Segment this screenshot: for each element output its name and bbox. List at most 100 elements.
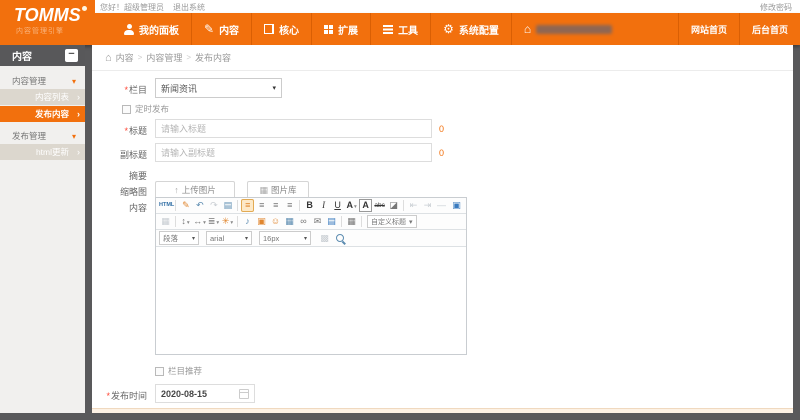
breadcrumb-item[interactable]: 内容 xyxy=(116,51,134,64)
sidebar-group-content-mgmt[interactable]: 内容管理 ▾ xyxy=(0,73,85,89)
greeting-text: 您好！超级管理员 xyxy=(100,2,164,13)
html-source-icon[interactable]: HTML xyxy=(159,199,172,212)
nav-item-current-site[interactable]: ⌂ xyxy=(511,13,624,45)
custom-title-dropdown[interactable]: 自定义标题 ▾ xyxy=(367,215,417,228)
insert-image-icon[interactable]: ▣ xyxy=(255,215,268,228)
back-color-icon[interactable]: A xyxy=(359,199,372,212)
table-icon[interactable]: ▦ xyxy=(345,215,358,228)
change-password-link[interactable]: 修改密码 xyxy=(760,2,792,13)
hr-icon[interactable]: — xyxy=(435,199,448,212)
subtitle-char-counter: 0 xyxy=(439,148,444,158)
align-right-icon[interactable]: ≡ xyxy=(269,199,282,212)
chevron-down-icon: ▾ xyxy=(304,235,307,242)
scheduled-publish-checkbox[interactable] xyxy=(122,105,131,114)
navbar-right: 网站首页 后台首页 xyxy=(678,13,800,45)
paragraph-select[interactable]: 段落 ▾ xyxy=(159,231,199,245)
attachment-icon[interactable]: ✉ xyxy=(311,215,324,228)
editor-toolbar-row1: HTML ✎ ↶ ↷ ▤ ≡ ≡ ≡ ≡ B I U A▾ A abc ◪ ⇤ … xyxy=(156,198,466,214)
subtitle-label: 副标题 xyxy=(92,148,147,161)
image-disabled-icon[interactable]: ▦ xyxy=(159,215,172,228)
line-height-icon[interactable]: ↕▾ xyxy=(179,215,192,228)
nav-item-site-home[interactable]: 网站首页 xyxy=(678,13,739,45)
chevron-right-icon: › xyxy=(77,147,80,157)
nav-item-system-config[interactable]: ⚙ 系统配置 xyxy=(430,13,511,45)
image-icon: ▦ xyxy=(259,185,268,196)
docs-icon[interactable]: ▤ xyxy=(325,215,338,228)
home-icon: ⌂ xyxy=(524,23,531,35)
logo-title: TOMMS xyxy=(0,6,95,24)
align-justify-icon[interactable]: ≡ xyxy=(283,199,296,212)
breadcrumb-separator: > xyxy=(138,53,143,62)
undo-icon[interactable]: ↶ xyxy=(193,199,206,212)
bold-icon[interactable]: B xyxy=(303,199,316,212)
align-center-icon[interactable]: ≡ xyxy=(255,199,268,212)
underline-icon[interactable]: U xyxy=(331,199,344,212)
outdent-icon[interactable]: ⇤ xyxy=(407,199,420,212)
breadcrumb-item: 发布内容 xyxy=(195,51,231,64)
font-color-icon[interactable]: A▾ xyxy=(345,199,358,212)
breadcrumb-item[interactable]: 内容管理 xyxy=(146,51,182,64)
title-char-counter: 0 xyxy=(439,124,444,134)
recommend-checkbox[interactable] xyxy=(155,367,164,376)
scheduled-publish-label: 定时发布 xyxy=(135,103,169,115)
subtitle-input[interactable] xyxy=(155,143,432,162)
align-left-icon[interactable]: ≡ xyxy=(241,199,254,212)
indent-icon[interactable]: ⇥ xyxy=(421,199,434,212)
nav-item-extensions[interactable]: 扩展 xyxy=(311,13,370,45)
nav-item-tools[interactable]: 工具 xyxy=(370,13,430,45)
sidebar-item-publish-content[interactable]: 发布内容 › xyxy=(0,106,85,122)
calendar-icon xyxy=(239,389,249,399)
category-label: *栏目 xyxy=(92,83,147,96)
recommend-label: 栏目推荐 xyxy=(168,365,202,377)
nav-item-content[interactable]: ✎ 内容 xyxy=(191,13,251,45)
sidebar: 内容 − 内容管理 ▾ 内容列表 › 发布内容 › 发布管理 ▾ html更新 … xyxy=(0,45,85,413)
format-brush-icon[interactable]: ✎ xyxy=(179,199,192,212)
format-styles-icon[interactable]: ✳▾ xyxy=(221,215,234,228)
logo-dot-icon xyxy=(82,6,87,11)
thumbnail-label: 缩略图 xyxy=(92,185,147,198)
main-navbar: 我的面板 ✎ 内容 核心 扩展 工具 ⚙ 系统配置 ⌂ 网站首页 后台首页 xyxy=(0,13,800,45)
paste-word-icon[interactable]: ▤ xyxy=(221,199,234,212)
category-select[interactable]: 新闻资讯 ▾ xyxy=(155,78,282,98)
title-input[interactable] xyxy=(155,119,432,138)
nav-item-dashboard[interactable]: 我的面板 xyxy=(112,13,191,45)
italic-icon[interactable]: I xyxy=(317,199,330,212)
chevron-down-icon: ▾ xyxy=(245,235,248,242)
fullscreen-icon[interactable]: ▣ xyxy=(450,199,463,212)
upload-icon: ↑ xyxy=(174,185,179,195)
find-replace-icon[interactable]: ▩ xyxy=(318,232,331,245)
chevron-down-icon: ▾ xyxy=(72,132,76,141)
publish-time-input[interactable]: 2020-08-15 xyxy=(155,384,255,403)
redo-icon[interactable]: ↷ xyxy=(207,199,220,212)
letter-spacing-icon[interactable]: ↔▾ xyxy=(193,215,206,228)
strikethrough-icon[interactable]: abc xyxy=(373,199,386,212)
font-select[interactable]: arial ▾ xyxy=(206,231,252,245)
list-style-icon[interactable]: ≣▾ xyxy=(207,215,220,228)
chevron-down-icon: ▾ xyxy=(72,77,76,86)
editor-canvas[interactable] xyxy=(156,247,466,354)
content-panel: ⌂ 内容 > 内容管理 > 发布内容 *栏目 新闻资讯 ▾ 定时发布 *标题 0… xyxy=(92,45,793,413)
sidebar-collapse-button[interactable]: − xyxy=(65,49,78,62)
logo-subtitle: 内容管理引擎 xyxy=(0,26,95,36)
scheduled-publish-row: 定时发布 xyxy=(122,103,169,115)
emoticon-icon[interactable]: ☺ xyxy=(269,215,282,228)
nav-item-core[interactable]: 核心 xyxy=(251,13,311,45)
fontsize-select[interactable]: 16px ▾ xyxy=(259,231,311,245)
chevron-down-icon: ▾ xyxy=(192,235,195,242)
content-label: 内容 xyxy=(92,201,147,214)
sidebar-group-publish-mgmt[interactable]: 发布管理 ▾ xyxy=(0,128,85,144)
media-icon[interactable]: ♪ xyxy=(241,215,254,228)
remove-format-icon[interactable]: ◪ xyxy=(387,199,400,212)
link-icon[interactable]: ∞ xyxy=(297,215,310,228)
sidebar-item-content-list[interactable]: 内容列表 › xyxy=(0,89,85,105)
recommend-row: 栏目推荐 xyxy=(155,365,202,377)
logout-link[interactable]: 退出系统 xyxy=(173,2,205,13)
gallery-icon[interactable]: ▦ xyxy=(283,215,296,228)
sidebar-item-html-update[interactable]: html更新 › xyxy=(0,144,85,160)
content-footer-strip xyxy=(92,408,793,413)
chevron-right-icon: › xyxy=(77,109,80,119)
search-icon[interactable] xyxy=(335,233,346,244)
edit-doc-icon: ✎ xyxy=(204,23,214,35)
nav-item-admin-home[interactable]: 后台首页 xyxy=(739,13,800,45)
breadcrumb-separator: > xyxy=(186,53,191,62)
